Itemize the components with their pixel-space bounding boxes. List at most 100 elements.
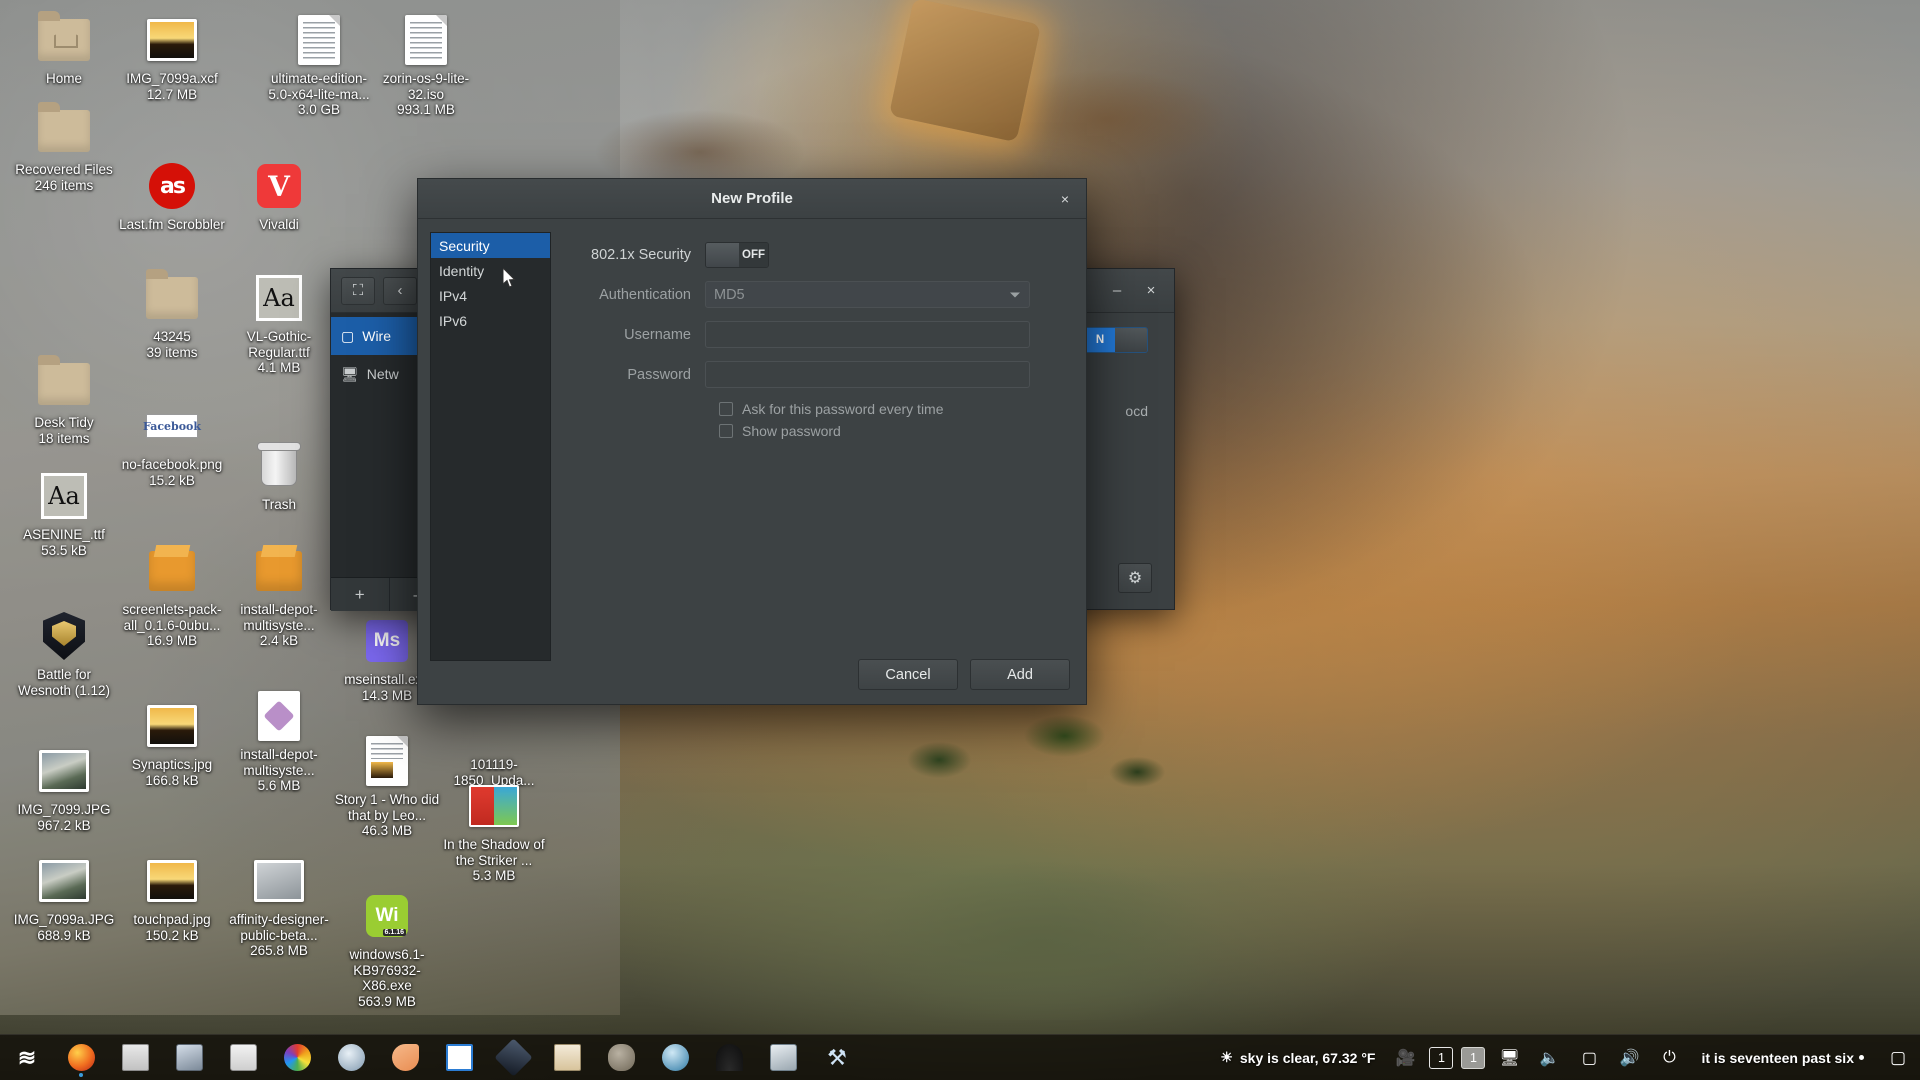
minimize-button[interactable]: – (1104, 278, 1130, 304)
video-camera-icon[interactable]: 🎥 (1385, 1035, 1425, 1080)
desktop-icon[interactable]: In the Shadow of the Striker ... 5.3 MB (440, 780, 548, 884)
gear-icon[interactable]: ⚙ (1118, 563, 1152, 593)
nav-item-ipv6[interactable]: IPv6 (431, 308, 550, 333)
authentication-select[interactable]: MD5 (705, 281, 1030, 308)
desktop-icon-size: 5.6 MB (257, 778, 301, 793)
installer-icon (251, 690, 307, 742)
screenshot-icon[interactable] (162, 1035, 216, 1080)
windows-icon[interactable]: ⛶ (341, 276, 375, 305)
speaker-icon[interactable]: 🔊 (1609, 1035, 1649, 1080)
image-photo-icon (144, 700, 200, 752)
password-input[interactable] (705, 361, 1030, 388)
window-icon[interactable]: ▢ (1569, 1035, 1609, 1080)
close-button[interactable]: × (1138, 278, 1164, 304)
wired-network-icon: ▢ (341, 327, 355, 344)
desktop-icon[interactable]: install-depot-multisyste... 5.6 MB (225, 690, 333, 794)
libreoffice-writer-icon[interactable] (432, 1035, 486, 1080)
add-button[interactable]: Add (970, 659, 1070, 690)
security-toggle-knob (706, 243, 739, 267)
desktop-icon[interactable]: zorin-os-9-lite-32.iso 993.1 MB (372, 14, 480, 118)
desktop-icon[interactable]: Home (10, 11, 118, 87)
archive-icon[interactable] (702, 1035, 756, 1080)
dialog-nav-list: Security Identity IPv4 IPv6 (430, 232, 551, 661)
weather-indicator[interactable]: ☀ sky is clear, 67.32 °F (1210, 1049, 1385, 1066)
desktop-icon[interactable]: V Vivaldi (225, 160, 333, 233)
tools-icon[interactable]: ⚒ (810, 1035, 864, 1080)
desktop-icon[interactable]: screenlets-pack-all_0.1.6-0ubu... 16.9 MB (118, 545, 226, 649)
cancel-button[interactable]: Cancel (858, 659, 958, 690)
desktop-icon[interactable]: as Last.fm Scrobbler (118, 160, 226, 233)
desktop-icon[interactable]: affinity-designer-public-beta... 265.8 MB (225, 855, 333, 959)
desktop-icon[interactable]: Battle for Wesnoth (1.12) (10, 610, 118, 698)
nav-item-ipv4[interactable]: IPv4 (431, 283, 550, 308)
ask-password-checkbox-row[interactable]: Ask for this password every time (719, 401, 1074, 417)
image-viewer-icon[interactable] (648, 1035, 702, 1080)
nav-item-identity[interactable]: Identity (431, 258, 550, 283)
add-connection-button[interactable]: + (331, 578, 390, 611)
workspace-2-button[interactable]: 1 (1461, 1046, 1486, 1069)
desktop-icon[interactable]: IMG_7099a.xcf 12.7 MB (118, 14, 226, 102)
chevron-down-icon (1010, 292, 1020, 297)
desktop-icon[interactable]: Aa VL-Gothic-Regular.ttf 4.1 MB (225, 272, 333, 376)
system-tray[interactable]: 🎥 1 1 🖥 🔈 ▢ 🔊 ⏻ (1385, 1035, 1689, 1080)
desktop-icon-size: 39 items (146, 344, 198, 360)
desktop-icon-label: install-depot-multisyste... (240, 747, 318, 778)
desktop-icon[interactable]: Aa ASENINE_.ttf 53.5 kB (10, 470, 118, 558)
desktop-icon[interactable]: Recovered Files 246 items (10, 102, 118, 193)
audio-mixer-icon[interactable] (216, 1035, 270, 1080)
desktop-icon-size: 246 items (34, 177, 94, 193)
desktop-icon-size: 12.7 MB (146, 86, 198, 102)
file-manager-icon[interactable] (108, 1035, 162, 1080)
desktop-icon[interactable]: Synaptics.jpg 166.8 kB (118, 700, 226, 788)
desktop-icon[interactable]: Trash (225, 440, 333, 513)
desktop-icon-label: Trash (261, 497, 296, 512)
display-icon[interactable]: 🖥 (1489, 1035, 1529, 1080)
midori-icon[interactable] (324, 1035, 378, 1080)
desktop-icon[interactable]: 43245 39 items (118, 269, 226, 360)
gimp-icon[interactable] (594, 1035, 648, 1080)
close-icon[interactable]: × (1054, 188, 1076, 210)
mypaint-icon[interactable] (540, 1035, 594, 1080)
username-input[interactable] (705, 321, 1030, 348)
desktop-icon-size: 16.9 MB (146, 633, 198, 648)
zorin-menu-icon[interactable]: ≋ (0, 1035, 54, 1080)
desktop-icon[interactable]: Facebook no-facebook.png 15.2 kB (118, 400, 226, 488)
window-outline-icon[interactable]: ▢ (1876, 1035, 1920, 1080)
new-profile-dialog[interactable]: New Profile × Security Identity IPv4 IPv… (417, 178, 1087, 705)
desktop-icon[interactable]: ultimate-edition-5.0-x64-lite-ma... 3.0 G… (265, 14, 373, 118)
desktop-icon[interactable]: Story 1 - Who did that by Leo... 46.3 MB (333, 735, 441, 839)
taskbar[interactable]: ≋ ⚒ ☀ sky is clear, 67.32 °F 🎥 1 1 🖥 🔈 ▢… (0, 1034, 1920, 1080)
facebook-icon: Facebook (143, 400, 201, 452)
workspace-1-button[interactable]: 1 (1429, 1046, 1454, 1069)
desktop-icon[interactable]: Wi 6.1.16 windows6.1-KB976932-X86.exe 563.9… (333, 890, 441, 1009)
color-wheel-icon[interactable] (270, 1035, 324, 1080)
authentication-value: MD5 (714, 286, 745, 303)
chevron-left-icon[interactable]: ‹ (383, 276, 417, 305)
volume-icon[interactable]: 🔈 (1529, 1035, 1569, 1080)
image-photo-icon (144, 855, 200, 907)
desktop-icon[interactable]: touchpad.jpg 150.2 kB (118, 855, 226, 943)
folder-icon (36, 102, 92, 157)
mango-icon[interactable] (378, 1035, 432, 1080)
inkscape-icon[interactable] (486, 1035, 540, 1080)
disk-utility-icon[interactable] (756, 1035, 810, 1080)
security-toggle[interactable]: OFF (705, 242, 769, 268)
show-password-checkbox-row[interactable]: Show password (719, 423, 1074, 439)
wi-icon: Wi 6.1.16 (359, 890, 415, 942)
toggle-knob (1115, 328, 1147, 352)
clock[interactable]: it is seventeen past six (1689, 1050, 1876, 1066)
ask-password-checkbox[interactable] (719, 402, 733, 416)
show-password-checkbox[interactable] (719, 424, 733, 438)
desktop-icon[interactable]: Desk Tidy 18 items (10, 355, 118, 446)
power-icon[interactable]: ⏻ (1649, 1035, 1689, 1080)
firefox-icon[interactable] (54, 1035, 108, 1080)
desktop-icon[interactable]: install-depot-multisyste... 2.4 kB (225, 545, 333, 649)
ask-password-label: Ask for this password every time (742, 401, 944, 417)
nav-item-security[interactable]: Security (431, 233, 550, 258)
desktop-icon-label: 43245 (153, 329, 191, 344)
desktop-icon-label: Story 1 - Who did that by Leo... (334, 792, 440, 823)
network-enable-toggle[interactable]: N (1084, 327, 1148, 353)
desktop-icon[interactable]: IMG_7099a.JPG 688.9 kB (10, 855, 118, 943)
network-proxy-icon: 🖥 (341, 365, 359, 382)
desktop-icon[interactable]: IMG_7099.JPG 967.2 kB (10, 745, 118, 833)
